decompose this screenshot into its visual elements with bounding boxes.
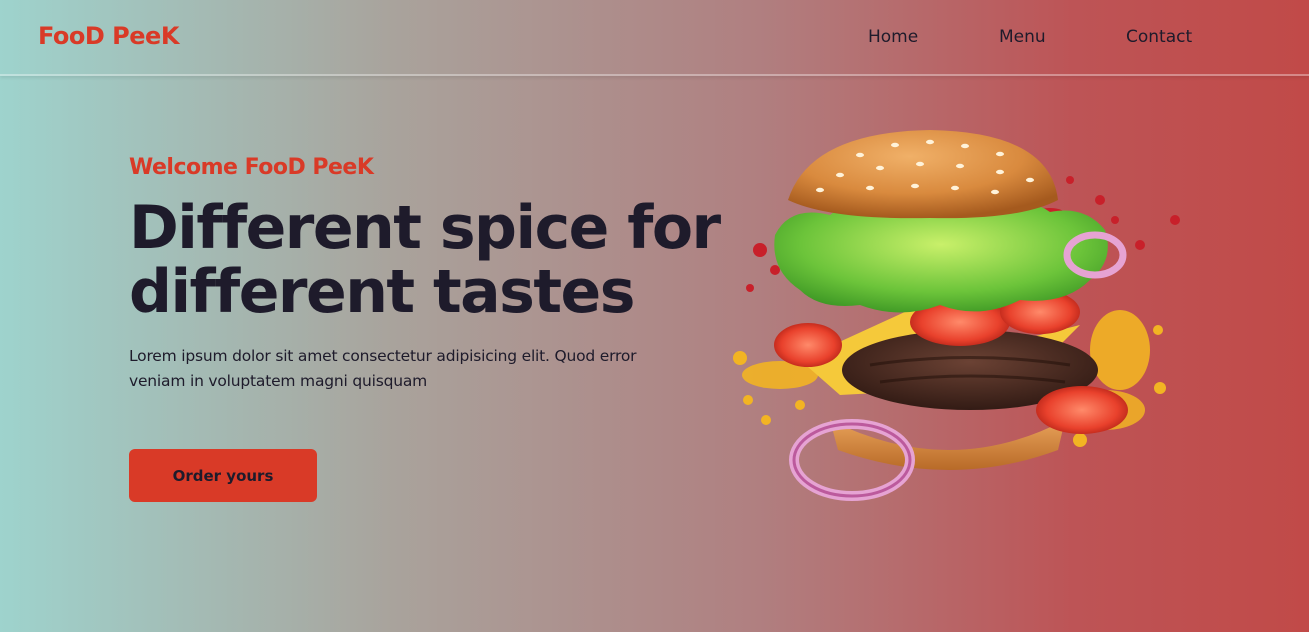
- hero-headline: Different spice for different tastes: [129, 196, 739, 324]
- nav-link-menu[interactable]: Menu: [999, 27, 1046, 47]
- nav-link-contact[interactable]: Contact: [1126, 27, 1192, 47]
- tomato-slice-bottom: [1036, 386, 1128, 434]
- headline-line-2: different tastes: [129, 257, 635, 327]
- order-button[interactable]: Order yours: [129, 449, 317, 502]
- site-logo[interactable]: FooD PeeK: [38, 22, 179, 50]
- hero-section: Welcome FooD PeeK Different spice for di…: [129, 155, 739, 394]
- nav-link-home[interactable]: Home: [868, 27, 918, 47]
- tomato-slice-left: [774, 323, 842, 367]
- headline-line-1: Different spice for: [129, 193, 721, 263]
- welcome-text: Welcome FooD PeeK: [129, 155, 374, 180]
- navbar: FooD PeeK Home Menu Contact: [0, 0, 1309, 76]
- burger-image: [733, 130, 1180, 501]
- top-bun: [788, 130, 1058, 219]
- hero-description: Lorem ipsum dolor sit amet consectetur a…: [129, 347, 637, 390]
